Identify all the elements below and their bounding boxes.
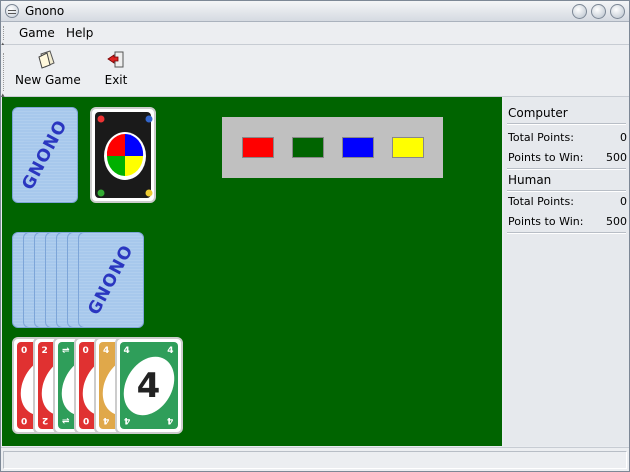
color-chooser (222, 117, 443, 178)
close-button[interactable] (610, 4, 625, 19)
menu-bar: Game Help (1, 22, 629, 48)
card-corner-value: 4 (167, 415, 174, 425)
card-corner-value: 2 (41, 415, 48, 425)
human-section-title: Human (508, 173, 552, 187)
exit-icon (107, 51, 124, 68)
divider (507, 232, 626, 234)
computer-total-points-value: 0 (620, 131, 627, 144)
exit-label: Exit (104, 73, 128, 87)
green-color-swatch[interactable] (292, 137, 324, 158)
draw-pile[interactable]: GNONO (12, 107, 78, 203)
card-corner-value: 4 (103, 415, 110, 425)
card-corner-value: 0 (21, 415, 28, 425)
computer-total-points-label: Total Points: (508, 131, 574, 144)
card-corner-value: 2 (41, 346, 48, 356)
red-color-swatch[interactable] (242, 137, 274, 158)
human-points-to-win-label: Points to Win: (508, 215, 584, 228)
title-bar[interactable]: Gnono (1, 1, 629, 22)
card-corner-value: 4 (103, 346, 110, 356)
exit-button[interactable]: Exit (99, 49, 133, 93)
human-points-to-win-value: 500 (606, 215, 627, 228)
card-center-value: 4 (136, 365, 161, 406)
new-game-icon (38, 50, 55, 69)
computer-points-to-win-label: Points to Win: (508, 151, 584, 164)
divider (507, 190, 626, 192)
status-text (3, 451, 627, 469)
minimize-button[interactable] (572, 4, 587, 19)
yellow-color-swatch[interactable] (392, 137, 424, 158)
wild-card-symbol-icon (97, 115, 153, 197)
main-window: Gnono Game Help New Game Exit (0, 0, 630, 472)
menubar-grip-icon[interactable] (1, 26, 8, 48)
status-bar (1, 447, 629, 471)
toolbar-grip-icon[interactable] (1, 53, 8, 99)
menu-game[interactable]: Game (16, 25, 58, 41)
window-title: Gnono (25, 4, 65, 18)
new-game-button[interactable]: New Game (15, 49, 81, 93)
game-table: GNONO GNONO 0 0 2 2 ⇌ ⇌ 0 0 4 4 4 4 4 4 … (2, 97, 502, 446)
new-game-label: New Game (15, 73, 81, 87)
divider (507, 123, 626, 125)
score-panel: Computer Total Points: 0 Points to Win: … (504, 97, 629, 446)
card-corner-value: 4 (123, 346, 130, 356)
card-corner-value: 4 (123, 415, 130, 425)
card-corner-value: ⇌ (62, 346, 70, 356)
toolbar: New Game Exit (1, 45, 629, 99)
card-corner-value: 4 (167, 346, 174, 356)
computer-section-title: Computer (508, 106, 568, 120)
card-corner-value: 0 (82, 346, 89, 356)
card-corner-value: ⇌ (62, 415, 70, 425)
maximize-button[interactable] (591, 4, 606, 19)
divider (507, 168, 626, 170)
menu-help[interactable]: Help (63, 25, 96, 41)
human-total-points-value: 0 (620, 195, 627, 208)
human-total-points-label: Total Points: (508, 195, 574, 208)
computer-points-to-win-value: 500 (606, 151, 627, 164)
card-corner-value: 0 (82, 415, 89, 425)
blue-color-swatch[interactable] (342, 137, 374, 158)
window-menu-icon[interactable] (5, 4, 19, 18)
card-corner-value: 0 (21, 346, 28, 356)
human-card[interactable]: 44444 (114, 337, 183, 434)
discard-pile-wild-card (90, 107, 156, 203)
computer-card-back: GNONO (78, 232, 144, 328)
